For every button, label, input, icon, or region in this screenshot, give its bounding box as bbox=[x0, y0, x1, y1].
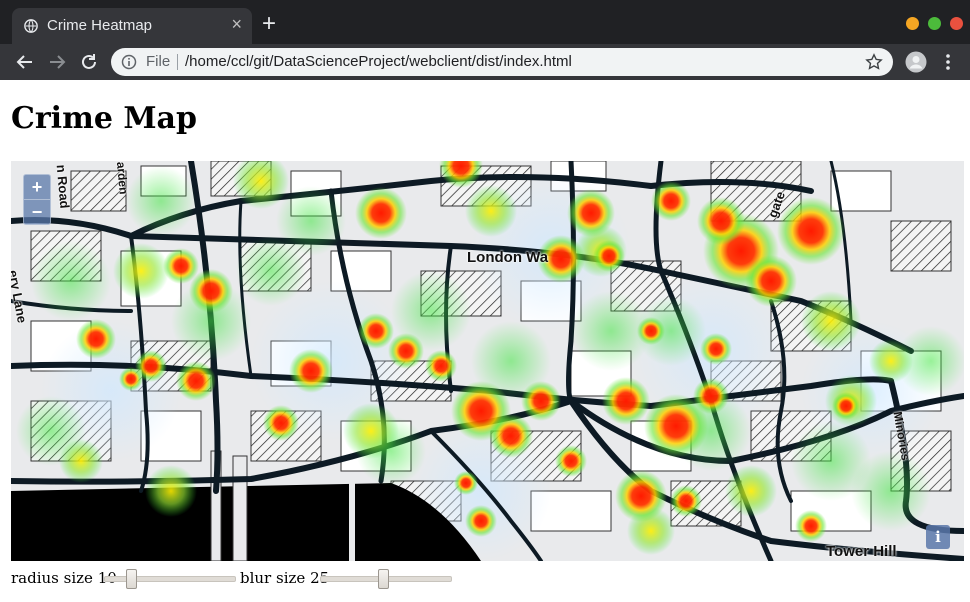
blur-slider[interactable] bbox=[320, 569, 452, 589]
url-text[interactable]: /home/ccl/git/DataScienceProject/webclie… bbox=[185, 53, 572, 70]
zoom-in-button[interactable]: + bbox=[24, 175, 50, 199]
radius-slider[interactable] bbox=[104, 569, 236, 589]
radius-label-text: radius size bbox=[11, 569, 93, 587]
menu-dots-icon[interactable] bbox=[940, 52, 956, 72]
tab-title: Crime Heatmap bbox=[47, 17, 153, 34]
bookmark-star-icon[interactable] bbox=[865, 53, 883, 71]
address-divider bbox=[177, 54, 178, 70]
map-tiles bbox=[11, 161, 964, 561]
street-label-london-wall: London Wa bbox=[467, 249, 549, 266]
radius-slider-track bbox=[104, 576, 236, 582]
browser-toolbar: File /home/ccl/git/DataScienceProject/we… bbox=[0, 44, 970, 80]
street-label-tower-hill: Tower Hill bbox=[826, 543, 897, 560]
window-close-button[interactable] bbox=[950, 17, 963, 30]
street-label-garden: arden bbox=[113, 161, 131, 195]
new-tab-button[interactable]: + bbox=[262, 12, 276, 36]
blur-label: blur size 25 bbox=[240, 569, 329, 587]
attribution-info-button[interactable]: i bbox=[926, 525, 950, 549]
browser-tab[interactable]: Crime Heatmap × bbox=[12, 8, 252, 44]
info-circle-icon[interactable] bbox=[121, 54, 137, 70]
window-maximize-button[interactable] bbox=[928, 17, 941, 30]
radius-label: radius size 10 bbox=[11, 569, 117, 587]
heatmap-map[interactable]: London Wa Tower Hill Minories gate n Roa… bbox=[11, 161, 964, 561]
blur-slider-thumb[interactable] bbox=[378, 569, 389, 589]
back-arrow-icon[interactable] bbox=[14, 51, 36, 73]
forward-arrow-icon[interactable] bbox=[46, 51, 68, 73]
window-minimize-button[interactable] bbox=[906, 17, 919, 30]
zoom-out-button[interactable]: − bbox=[24, 200, 50, 224]
url-scheme-label: File bbox=[146, 53, 171, 70]
address-bar[interactable]: File /home/ccl/git/DataScienceProject/we… bbox=[111, 48, 893, 76]
blur-label-text: blur size bbox=[240, 569, 306, 587]
reload-icon[interactable] bbox=[78, 51, 100, 73]
tab-close-icon[interactable]: × bbox=[231, 15, 242, 33]
profile-avatar-icon[interactable] bbox=[905, 51, 927, 73]
globe-icon bbox=[24, 19, 38, 33]
zoom-control: + − bbox=[23, 174, 51, 225]
browser-tab-strip: Crime Heatmap × + bbox=[0, 0, 970, 44]
page-title: Crime Map bbox=[11, 101, 197, 136]
radius-slider-thumb[interactable] bbox=[126, 569, 137, 589]
